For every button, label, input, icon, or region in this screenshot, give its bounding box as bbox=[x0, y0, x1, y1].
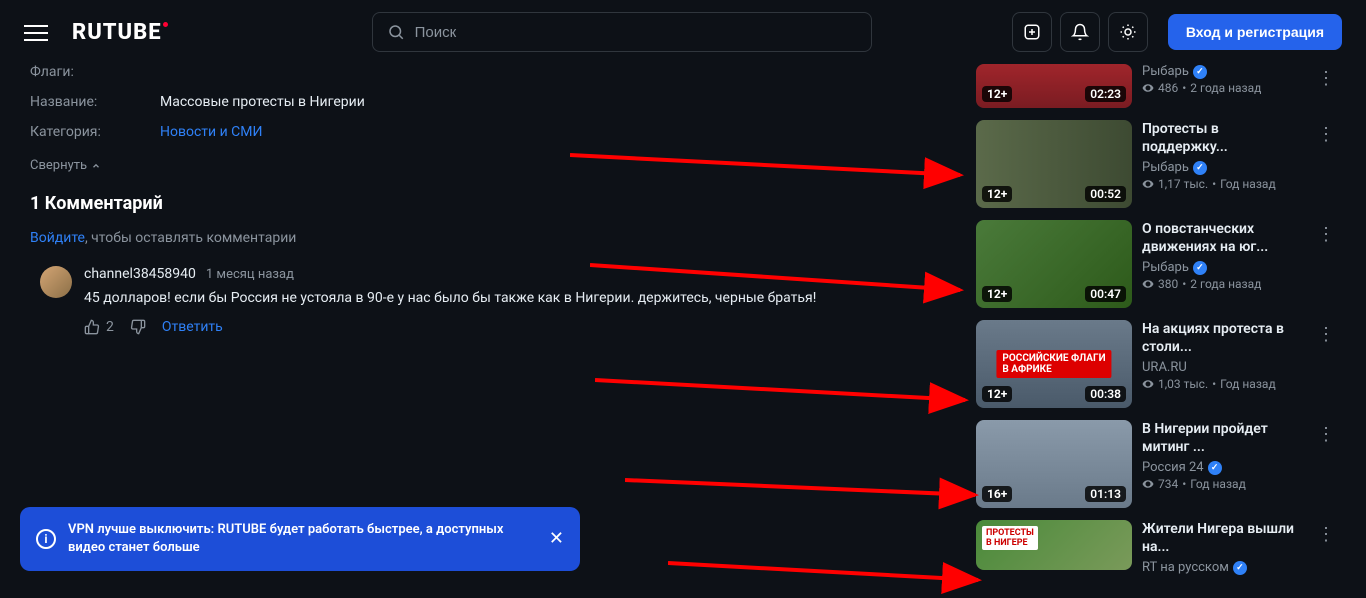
video-item[interactable]: ПРОТЕСТЫВ НИГЕРЕ Жители Нигера вышли на.… bbox=[976, 520, 1336, 577]
age-badge: 12+ bbox=[982, 186, 1012, 202]
verified-icon bbox=[1193, 65, 1207, 79]
flags-label: Флаги: bbox=[30, 64, 160, 80]
comments-title: 1 Комментарий bbox=[30, 193, 956, 214]
video-stats: 734 • Год назад bbox=[1142, 477, 1306, 491]
more-button[interactable]: ⋮ bbox=[1316, 64, 1336, 108]
video-stats: 1,17 тыс. • Год назад bbox=[1142, 177, 1306, 191]
video-title: В Нигерии пройдет митинг ... bbox=[1142, 420, 1306, 456]
video-item[interactable]: 12+ 00:52 Протесты в поддержку... Рыбарь… bbox=[976, 120, 1336, 208]
collapse-button[interactable]: Свернуть bbox=[30, 158, 101, 173]
toast-text: VPN лучше выключить: RUTUBE будет работа… bbox=[68, 521, 537, 557]
logo[interactable]: RUTUBE bbox=[72, 20, 162, 45]
search-box[interactable] bbox=[372, 12, 872, 52]
comment-author[interactable]: channel38458940 bbox=[84, 266, 196, 282]
video-title: На акциях протеста в столи... bbox=[1142, 320, 1306, 356]
category-link[interactable]: Новости и СМИ bbox=[160, 124, 262, 140]
duration-badge: 00:38 bbox=[1085, 386, 1126, 402]
reply-button[interactable]: Ответить bbox=[162, 319, 223, 335]
video-item[interactable]: 12+ 00:47 О повстанческих движениях на ю… bbox=[976, 220, 1336, 308]
comment-time: 1 месяц назад bbox=[206, 267, 294, 282]
age-badge: 12+ bbox=[982, 286, 1012, 302]
video-stats: 486 • 2 года назад bbox=[1142, 81, 1306, 95]
thumbs-down-icon bbox=[130, 319, 146, 335]
upload-button[interactable] bbox=[1012, 12, 1052, 52]
eye-icon bbox=[1142, 278, 1154, 290]
login-link[interactable]: Войдите bbox=[30, 230, 85, 246]
more-button[interactable]: ⋮ bbox=[1316, 520, 1336, 577]
search-icon bbox=[387, 23, 405, 41]
video-thumbnail[interactable]: 12+ 02:23 bbox=[976, 64, 1132, 108]
eye-icon bbox=[1142, 82, 1154, 94]
eye-icon bbox=[1142, 478, 1154, 490]
bell-icon bbox=[1071, 23, 1089, 41]
dislike-button[interactable] bbox=[130, 319, 146, 335]
video-thumbnail[interactable]: 16+ 01:13 bbox=[976, 420, 1132, 508]
channel-name[interactable]: RT на русском bbox=[1142, 560, 1229, 575]
channel-name[interactable]: Россия 24 bbox=[1142, 460, 1204, 475]
duration-badge: 01:13 bbox=[1085, 486, 1126, 502]
verified-icon bbox=[1233, 561, 1247, 575]
video-item[interactable]: 12+ 02:23 Рыбарь 486 • 2 года назад ⋮ bbox=[976, 64, 1336, 108]
video-title: О повстанческих движениях на юг... bbox=[1142, 220, 1306, 256]
age-badge: 12+ bbox=[982, 386, 1012, 402]
channel-name[interactable]: Рыбарь bbox=[1142, 260, 1189, 275]
sun-icon bbox=[1119, 23, 1137, 41]
more-button[interactable]: ⋮ bbox=[1316, 420, 1336, 508]
like-button[interactable]: 2 bbox=[84, 319, 114, 335]
video-item[interactable]: 16+ 01:13 В Нигерии пройдет митинг ... Р… bbox=[976, 420, 1336, 508]
menu-button[interactable] bbox=[24, 20, 48, 44]
verified-icon bbox=[1193, 261, 1207, 275]
video-stats: 380 • 2 года назад bbox=[1142, 277, 1306, 291]
age-badge: 12+ bbox=[982, 86, 1012, 102]
verified-icon bbox=[1193, 161, 1207, 175]
video-item[interactable]: РОССИЙСКИЕ ФЛАГИВ АФРИКЕ 12+ 00:38 На ак… bbox=[976, 320, 1336, 408]
duration-badge: 02:23 bbox=[1085, 86, 1126, 102]
comment: channel38458940 1 месяц назад 45 долларо… bbox=[40, 266, 956, 335]
plus-icon bbox=[1023, 23, 1041, 41]
search-input[interactable] bbox=[415, 24, 857, 41]
notifications-button[interactable] bbox=[1060, 12, 1100, 52]
info-icon: i bbox=[36, 529, 56, 549]
avatar[interactable] bbox=[40, 266, 72, 298]
comment-text: 45 долларов! если бы Россия не устояла в… bbox=[84, 288, 956, 309]
eye-icon bbox=[1142, 378, 1154, 390]
verified-icon bbox=[1208, 461, 1222, 475]
close-button[interactable]: ✕ bbox=[549, 528, 564, 549]
channel-name[interactable]: URA.RU bbox=[1142, 360, 1187, 375]
recommended-list: 12+ 02:23 Рыбарь 486 • 2 года назад ⋮ 12… bbox=[976, 64, 1336, 589]
theme-button[interactable] bbox=[1108, 12, 1148, 52]
video-thumbnail[interactable]: 12+ 00:52 bbox=[976, 120, 1132, 208]
channel-name[interactable]: Рыбарь bbox=[1142, 64, 1189, 79]
video-thumbnail[interactable]: 12+ 00:47 bbox=[976, 220, 1132, 308]
video-title: Протесты в поддержку... bbox=[1142, 120, 1306, 156]
video-thumbnail[interactable]: РОССИЙСКИЕ ФЛАГИВ АФРИКЕ 12+ 00:38 bbox=[976, 320, 1132, 408]
more-button[interactable]: ⋮ bbox=[1316, 320, 1336, 408]
channel-name[interactable]: Рыбарь bbox=[1142, 160, 1189, 175]
login-prompt: Войдите, чтобы оставлять комментарии bbox=[30, 230, 956, 246]
more-button[interactable]: ⋮ bbox=[1316, 120, 1336, 208]
video-thumbnail[interactable]: ПРОТЕСТЫВ НИГЕРЕ bbox=[976, 520, 1132, 570]
vpn-toast: i VPN лучше выключить: RUTUBE будет рабо… bbox=[20, 507, 580, 571]
video-stats: 1,03 тыс. • Год назад bbox=[1142, 377, 1306, 391]
header: RUTUBE Вход и регистрация bbox=[0, 0, 1366, 64]
login-button[interactable]: Вход и регистрация bbox=[1168, 14, 1342, 50]
duration-badge: 00:47 bbox=[1085, 286, 1126, 302]
duration-badge: 00:52 bbox=[1085, 186, 1126, 202]
age-badge: 16+ bbox=[982, 486, 1012, 502]
eye-icon bbox=[1142, 178, 1154, 190]
video-title: Жители Нигера вышли на... bbox=[1142, 520, 1306, 556]
name-value: Массовые протесты в Нигерии bbox=[160, 94, 365, 110]
thumbs-up-icon bbox=[84, 319, 100, 335]
chevron-up-icon bbox=[91, 161, 101, 171]
category-label: Категория: bbox=[30, 124, 160, 140]
name-label: Название: bbox=[30, 94, 160, 110]
more-button[interactable]: ⋮ bbox=[1316, 220, 1336, 308]
